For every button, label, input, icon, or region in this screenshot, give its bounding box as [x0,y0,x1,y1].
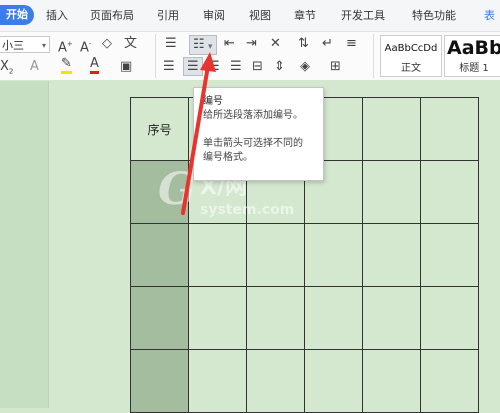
table-cell[interactable] [188,223,247,287]
style-normal[interactable]: AaBbCcDd 正文 [380,35,442,77]
style-sample: AaBbCcDd [384,43,438,54]
align-center-icon: ☰ [187,59,199,74]
tab-start[interactable]: 开始 [0,5,34,25]
table-cell-selected[interactable] [130,160,189,224]
page-edge [48,81,49,408]
style-heading-1[interactable]: AaBb 标题 1 [444,35,500,77]
tab-special-features[interactable]: 特色功能 [412,7,456,23]
table-cell[interactable] [420,223,479,287]
tab-insert[interactable]: 插入 [46,7,68,23]
line-spacing-icon[interactable]: ⇕ [274,59,285,75]
tooltip-spacer [203,123,314,137]
table-cell[interactable] [304,349,363,413]
table-cell[interactable] [304,286,363,350]
table-cell[interactable] [362,97,421,161]
font-color-icon[interactable]: A [90,57,99,74]
table-cell[interactable] [420,97,479,161]
table-cell-selected[interactable] [130,286,189,350]
tooltip-description: 给所选段落添加编号。 [203,110,303,121]
grow-font-icon[interactable]: A+ [58,36,73,56]
increase-indent-icon[interactable]: ⇥ [246,36,257,52]
align-right-icon[interactable]: ☰ [208,59,220,75]
show-marks-icon[interactable]: ↵ [322,36,333,52]
numbering-button[interactable]: ☷ ▾ [189,35,217,55]
table-cell-selected[interactable] [130,349,189,413]
subscript-icon[interactable]: X2 [0,59,13,80]
sort-icon[interactable]: ⇅ [298,36,309,52]
menu-bar: 开始 插入 页面布局 引用 审阅 视图 章节 开发工具 特色功能 表 [0,0,500,32]
highlight-icon[interactable]: ✎ [61,57,72,74]
chevron-down-icon[interactable]: ▾ [208,39,213,55]
numbered-list-icon: ☷ [193,37,205,52]
tab-references[interactable]: 引用 [157,7,179,23]
tab-view[interactable]: 视图 [249,7,271,23]
tooltip-title: 编号 [203,96,223,107]
table-header-cell[interactable]: 序号 [130,97,189,161]
divider [373,34,374,78]
char-border-icon[interactable]: ▣ [120,59,132,75]
tooltip-hint: 单击箭头可选择不同的 [203,138,303,149]
paragraph-icon[interactable]: ≡ [346,36,357,52]
tab-section[interactable]: 章节 [294,7,316,23]
table-row [130,349,479,413]
chevron-down-icon[interactable]: ▾ [42,37,46,54]
table-cell[interactable] [304,223,363,287]
tab-developer[interactable]: 开发工具 [341,7,385,23]
shrink-font-icon[interactable]: A- [80,36,91,56]
table-cell[interactable] [362,349,421,413]
table-cell[interactable] [246,223,305,287]
border-icon[interactable]: ⊞ [330,59,341,75]
font-size-value: 小三 [2,39,24,52]
table-cell[interactable] [246,349,305,413]
bullet-list-icon[interactable]: ☰ [165,36,177,52]
left-margin [0,81,48,408]
style-name: 标题 1 [459,63,489,74]
align-center-button[interactable]: ☰ [183,57,203,76]
numbering-tooltip: 编号 给所选段落添加编号。 单击箭头可选择不同的 编号格式。 [193,87,324,181]
tab-page-layout[interactable]: 页面布局 [90,7,134,23]
pinyin-icon[interactable]: 文 [124,36,137,52]
font-size-select[interactable]: 小三 ▾ [0,36,50,53]
distribute-icon[interactable]: ⊟ [252,59,263,75]
divider [155,34,156,78]
ribbon-toolbar: 小三 ▾ A+ A- ◇ 文 X2 A ✎ A ▣ ☰ ☷ ▾ ⇤ ⇥ ✕ ⇅ … [0,32,500,80]
chinese-layout-icon[interactable]: ✕ [270,36,281,52]
tooltip-hint-cont: 编号格式。 [203,152,253,163]
table-cell[interactable] [362,286,421,350]
justify-icon[interactable]: ☰ [230,59,242,75]
table-cell[interactable] [188,349,247,413]
text-effect-icon[interactable]: A [30,59,39,75]
table-cell[interactable] [362,160,421,224]
table-cell[interactable] [420,286,479,350]
tab-review[interactable]: 审阅 [203,7,225,23]
table-cell[interactable] [362,223,421,287]
table-cell[interactable] [188,286,247,350]
style-sample: AaBb [447,37,500,59]
style-name: 正文 [401,63,421,74]
shading-icon[interactable]: ◈ [300,59,310,75]
table-cell[interactable] [420,349,479,413]
clear-format-icon[interactable]: ◇ [102,36,112,52]
tab-table[interactable]: 表 [484,7,495,23]
table-row [130,286,479,350]
table-cell[interactable] [246,286,305,350]
table-row [130,223,479,287]
table-cell-selected[interactable] [130,223,189,287]
decrease-indent-icon[interactable]: ⇤ [224,36,235,52]
table-cell[interactable] [420,160,479,224]
align-left-icon[interactable]: ☰ [163,59,175,75]
